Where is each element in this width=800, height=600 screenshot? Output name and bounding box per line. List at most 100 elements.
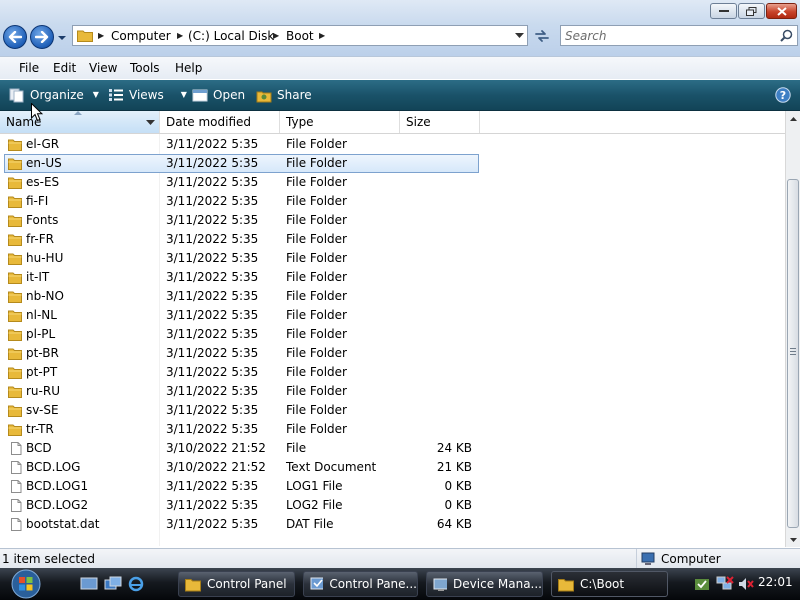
menu-file[interactable]: File xyxy=(19,60,39,76)
breadcrumb-computer[interactable]: Computer xyxy=(111,29,171,43)
taskbar: 22:01 Control Panel Control Pane... Device… xyxy=(0,568,800,600)
scroll-down-button[interactable] xyxy=(786,532,800,547)
column-header-date[interactable]: Date modified xyxy=(160,111,280,133)
taskbar-button[interactable]: Device Mana... xyxy=(426,571,543,597)
taskbar-button[interactable]: Control Pane... xyxy=(303,571,418,597)
file-row[interactable]: es-ES 3/11/2022 5:35 File Folder xyxy=(0,173,785,192)
help-icon[interactable]: ? xyxy=(775,87,791,103)
column-header-size[interactable]: Size xyxy=(400,111,480,133)
device-manager-icon xyxy=(433,578,448,591)
file-row[interactable]: ru-RU 3/11/2022 5:35 File Folder xyxy=(0,382,785,401)
clock[interactable]: 22:01 xyxy=(758,575,793,589)
file-type: File Folder xyxy=(286,384,347,398)
volume-muted-icon[interactable] xyxy=(738,576,754,592)
file-row[interactable]: sv-SE 3/11/2022 5:35 File Folder xyxy=(0,401,785,420)
file-row[interactable]: it-IT 3/11/2022 5:35 File Folder xyxy=(0,268,785,287)
file-date: 3/10/2022 21:52 xyxy=(166,460,266,474)
menu-view[interactable]: View xyxy=(89,60,117,76)
views-button[interactable]: Views ▼ xyxy=(108,87,187,103)
menu-tools[interactable]: Tools xyxy=(130,60,160,76)
selection-status: 1 item selected xyxy=(2,552,96,566)
breadcrumb-boot[interactable]: Boot xyxy=(286,29,314,43)
file-name: BCD.LOG xyxy=(26,460,81,474)
close-icon xyxy=(776,6,787,16)
file-date: 3/11/2022 5:35 xyxy=(166,498,259,512)
forward-arrow-icon xyxy=(35,31,49,43)
file-date: 3/11/2022 5:35 xyxy=(166,194,259,208)
file-name: es-ES xyxy=(26,175,60,189)
file-row[interactable]: pl-PL 3/11/2022 5:35 File Folder xyxy=(0,325,785,344)
taskbar-button[interactable]: Control Panel xyxy=(178,571,295,597)
forward-button[interactable] xyxy=(30,25,54,49)
file-type: File Folder xyxy=(286,270,347,284)
address-box[interactable]: ▶ Computer ▶ (C:) Local Disk ▶ Boot ▶ xyxy=(72,25,528,46)
file-type: File Folder xyxy=(286,403,347,417)
share-label: Share xyxy=(277,88,312,102)
address-dropdown-icon[interactable] xyxy=(515,32,524,39)
column-header-name[interactable]: Name xyxy=(0,111,160,133)
file-row[interactable]: nb-NO 3/11/2022 5:35 File Folder xyxy=(0,287,785,306)
file-row[interactable]: fi-FI 3/11/2022 5:35 File Folder xyxy=(0,192,785,211)
vertical-scrollbar[interactable] xyxy=(785,111,800,547)
scroll-thumb[interactable] xyxy=(787,179,799,528)
security-icon[interactable] xyxy=(694,576,710,592)
breadcrumb-local-disk[interactable]: (C:) Local Disk xyxy=(188,29,274,43)
menu-edit[interactable]: Edit xyxy=(53,60,76,76)
scroll-up-button[interactable] xyxy=(786,111,800,126)
file-row[interactable]: en-US 3/11/2022 5:35 File Folder xyxy=(0,154,785,173)
search-box xyxy=(560,25,798,46)
file-row[interactable]: pt-PT 3/11/2022 5:35 File Folder xyxy=(0,363,785,382)
refresh-button[interactable] xyxy=(531,25,553,46)
file-name: el-GR xyxy=(26,137,60,151)
column-filter-dropdown-icon[interactable] xyxy=(146,120,155,126)
file-row[interactable]: BCD 3/10/2022 21:52 File 24 KB xyxy=(0,439,785,458)
taskbar-button[interactable]: C:\Boot xyxy=(551,571,668,597)
share-button[interactable]: Share xyxy=(256,87,312,103)
file-name: pl-PL xyxy=(26,327,56,341)
file-size xyxy=(400,325,472,344)
folder-icon xyxy=(8,310,22,322)
file-row[interactable]: nl-NL 3/11/2022 5:35 File Folder xyxy=(0,306,785,325)
file-row[interactable]: pt-BR 3/11/2022 5:35 File Folder xyxy=(0,344,785,363)
folder-icon xyxy=(77,30,93,42)
file-row[interactable]: el-GR 3/11/2022 5:35 File Folder xyxy=(0,135,785,154)
file-type: File Folder xyxy=(286,175,347,189)
start-button[interactable] xyxy=(6,568,46,600)
file-row[interactable]: hu-HU 3/11/2022 5:35 File Folder xyxy=(0,249,785,268)
file-size xyxy=(400,363,472,382)
file-size xyxy=(400,135,472,154)
menu-help[interactable]: Help xyxy=(175,60,202,76)
file-name: sv-SE xyxy=(26,403,59,417)
file-row[interactable]: BCD.LOG1 3/11/2022 5:35 LOG1 File 0 KB xyxy=(0,477,785,496)
maximize-button[interactable] xyxy=(738,3,765,19)
close-button[interactable] xyxy=(766,3,797,19)
file-name: en-US xyxy=(26,156,62,170)
file-row[interactable]: fr-FR 3/11/2022 5:35 File Folder xyxy=(0,230,785,249)
file-date: 3/11/2022 5:35 xyxy=(166,308,259,322)
file-row[interactable]: tr-TR 3/11/2022 5:35 File Folder xyxy=(0,420,785,439)
search-icon[interactable] xyxy=(780,29,793,42)
back-button[interactable] xyxy=(3,25,27,49)
file-row[interactable]: BCD.LOG2 3/11/2022 5:35 LOG2 File 0 KB xyxy=(0,496,785,515)
column-header-type[interactable]: Type xyxy=(280,111,400,133)
control-panel-icon xyxy=(310,577,324,589)
address-bar-region: ▶ Computer ▶ (C:) Local Disk ▶ Boot ▶ xyxy=(0,0,800,56)
open-button[interactable]: Open xyxy=(192,87,245,103)
switch-windows-icon[interactable] xyxy=(104,576,122,592)
recent-pages-button[interactable] xyxy=(57,32,67,42)
organize-button[interactable]: Organize ▼ xyxy=(9,87,99,103)
column-size-label: Size xyxy=(406,115,431,129)
file-row[interactable]: bootstat.dat 3/11/2022 5:35 DAT File 64 KB xyxy=(0,515,785,534)
minimize-button[interactable] xyxy=(710,3,737,19)
file-row[interactable]: Fonts 3/11/2022 5:35 File Folder xyxy=(0,211,785,230)
file-size xyxy=(400,230,472,249)
file-type: File Folder xyxy=(286,213,347,227)
search-input[interactable] xyxy=(565,28,770,43)
file-row[interactable]: BCD.LOG 3/10/2022 21:52 Text Document 21 KB xyxy=(0,458,785,477)
file-size xyxy=(400,268,472,287)
show-desktop-icon[interactable] xyxy=(80,576,98,592)
network-icon[interactable] xyxy=(716,576,734,592)
folder-icon xyxy=(8,177,22,189)
internet-explorer-icon[interactable] xyxy=(127,576,145,592)
file-type: LOG2 File xyxy=(286,498,343,512)
